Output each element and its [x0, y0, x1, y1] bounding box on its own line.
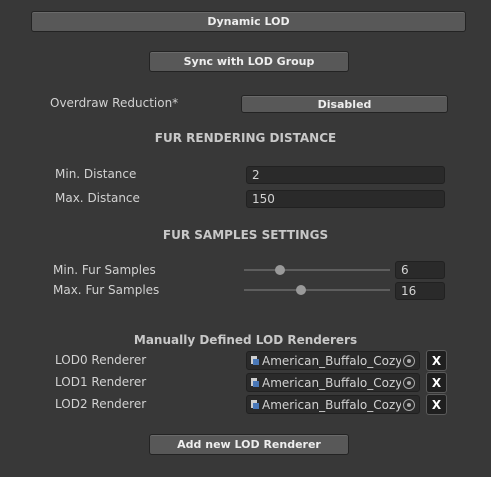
- slider-thumb[interactable]: [296, 285, 306, 295]
- slider-track: [244, 269, 390, 271]
- lod0-renderer-label: LOD0 Renderer: [55, 353, 147, 367]
- min-fur-samples-slider[interactable]: [244, 262, 390, 278]
- lod0-renderer-value: American_Buffalo_Cozy_: [262, 353, 401, 368]
- lod-renderers-header: Manually Defined LOD Renderers: [133, 333, 358, 347]
- object-picker-icon[interactable]: [403, 398, 415, 411]
- object-picker-icon[interactable]: [403, 354, 415, 367]
- min-fur-samples-label: Min. Fur Samples: [53, 263, 156, 277]
- max-distance-label: Max. Distance: [55, 191, 140, 205]
- dynamic-lod-button[interactable]: Dynamic LOD: [31, 11, 466, 32]
- fur-rendering-distance-header: FUR RENDERING DISTANCE: [154, 131, 337, 145]
- min-fur-samples-input[interactable]: 6: [395, 261, 445, 279]
- slider-thumb[interactable]: [274, 265, 285, 275]
- max-fur-samples-slider[interactable]: [244, 282, 390, 298]
- lod1-renderer-field[interactable]: American_Buffalo_Cozy_: [246, 373, 420, 392]
- remove-lod1-button[interactable]: X: [426, 372, 447, 393]
- mesh-renderer-icon: [250, 399, 260, 410]
- lod2-renderer-label: LOD2 Renderer: [55, 397, 147, 411]
- lod1-renderer-label: LOD1 Renderer: [55, 375, 147, 389]
- max-distance-input[interactable]: 150: [246, 190, 445, 208]
- lod0-renderer-field[interactable]: American_Buffalo_Cozy_: [246, 351, 420, 370]
- overdraw-reduction-label: Overdraw Reduction*: [50, 96, 179, 110]
- object-picker-icon[interactable]: [403, 376, 415, 389]
- max-fur-samples-label: Max. Fur Samples: [53, 283, 160, 297]
- lod1-renderer-value: American_Buffalo_Cozy_: [262, 375, 401, 390]
- max-fur-samples-input[interactable]: 16: [395, 282, 445, 300]
- remove-lod0-button[interactable]: X: [426, 350, 447, 371]
- min-distance-label: Min. Distance: [55, 167, 137, 181]
- lod2-renderer-field[interactable]: American_Buffalo_Cozy_: [246, 395, 420, 414]
- mesh-renderer-icon: [250, 355, 260, 366]
- lod2-renderer-value: American_Buffalo_Cozy_: [262, 397, 401, 412]
- slider-track: [244, 289, 390, 291]
- remove-lod2-button[interactable]: X: [426, 394, 447, 415]
- min-distance-input[interactable]: 2: [246, 166, 445, 184]
- sync-lod-group-button[interactable]: Sync with LOD Group: [149, 51, 349, 72]
- overdraw-reduction-dropdown[interactable]: Disabled: [241, 95, 448, 113]
- fur-samples-settings-header: FUR SAMPLES SETTINGS: [162, 228, 329, 242]
- mesh-renderer-icon: [250, 377, 260, 388]
- add-lod-renderer-button[interactable]: Add new LOD Renderer: [149, 434, 349, 455]
